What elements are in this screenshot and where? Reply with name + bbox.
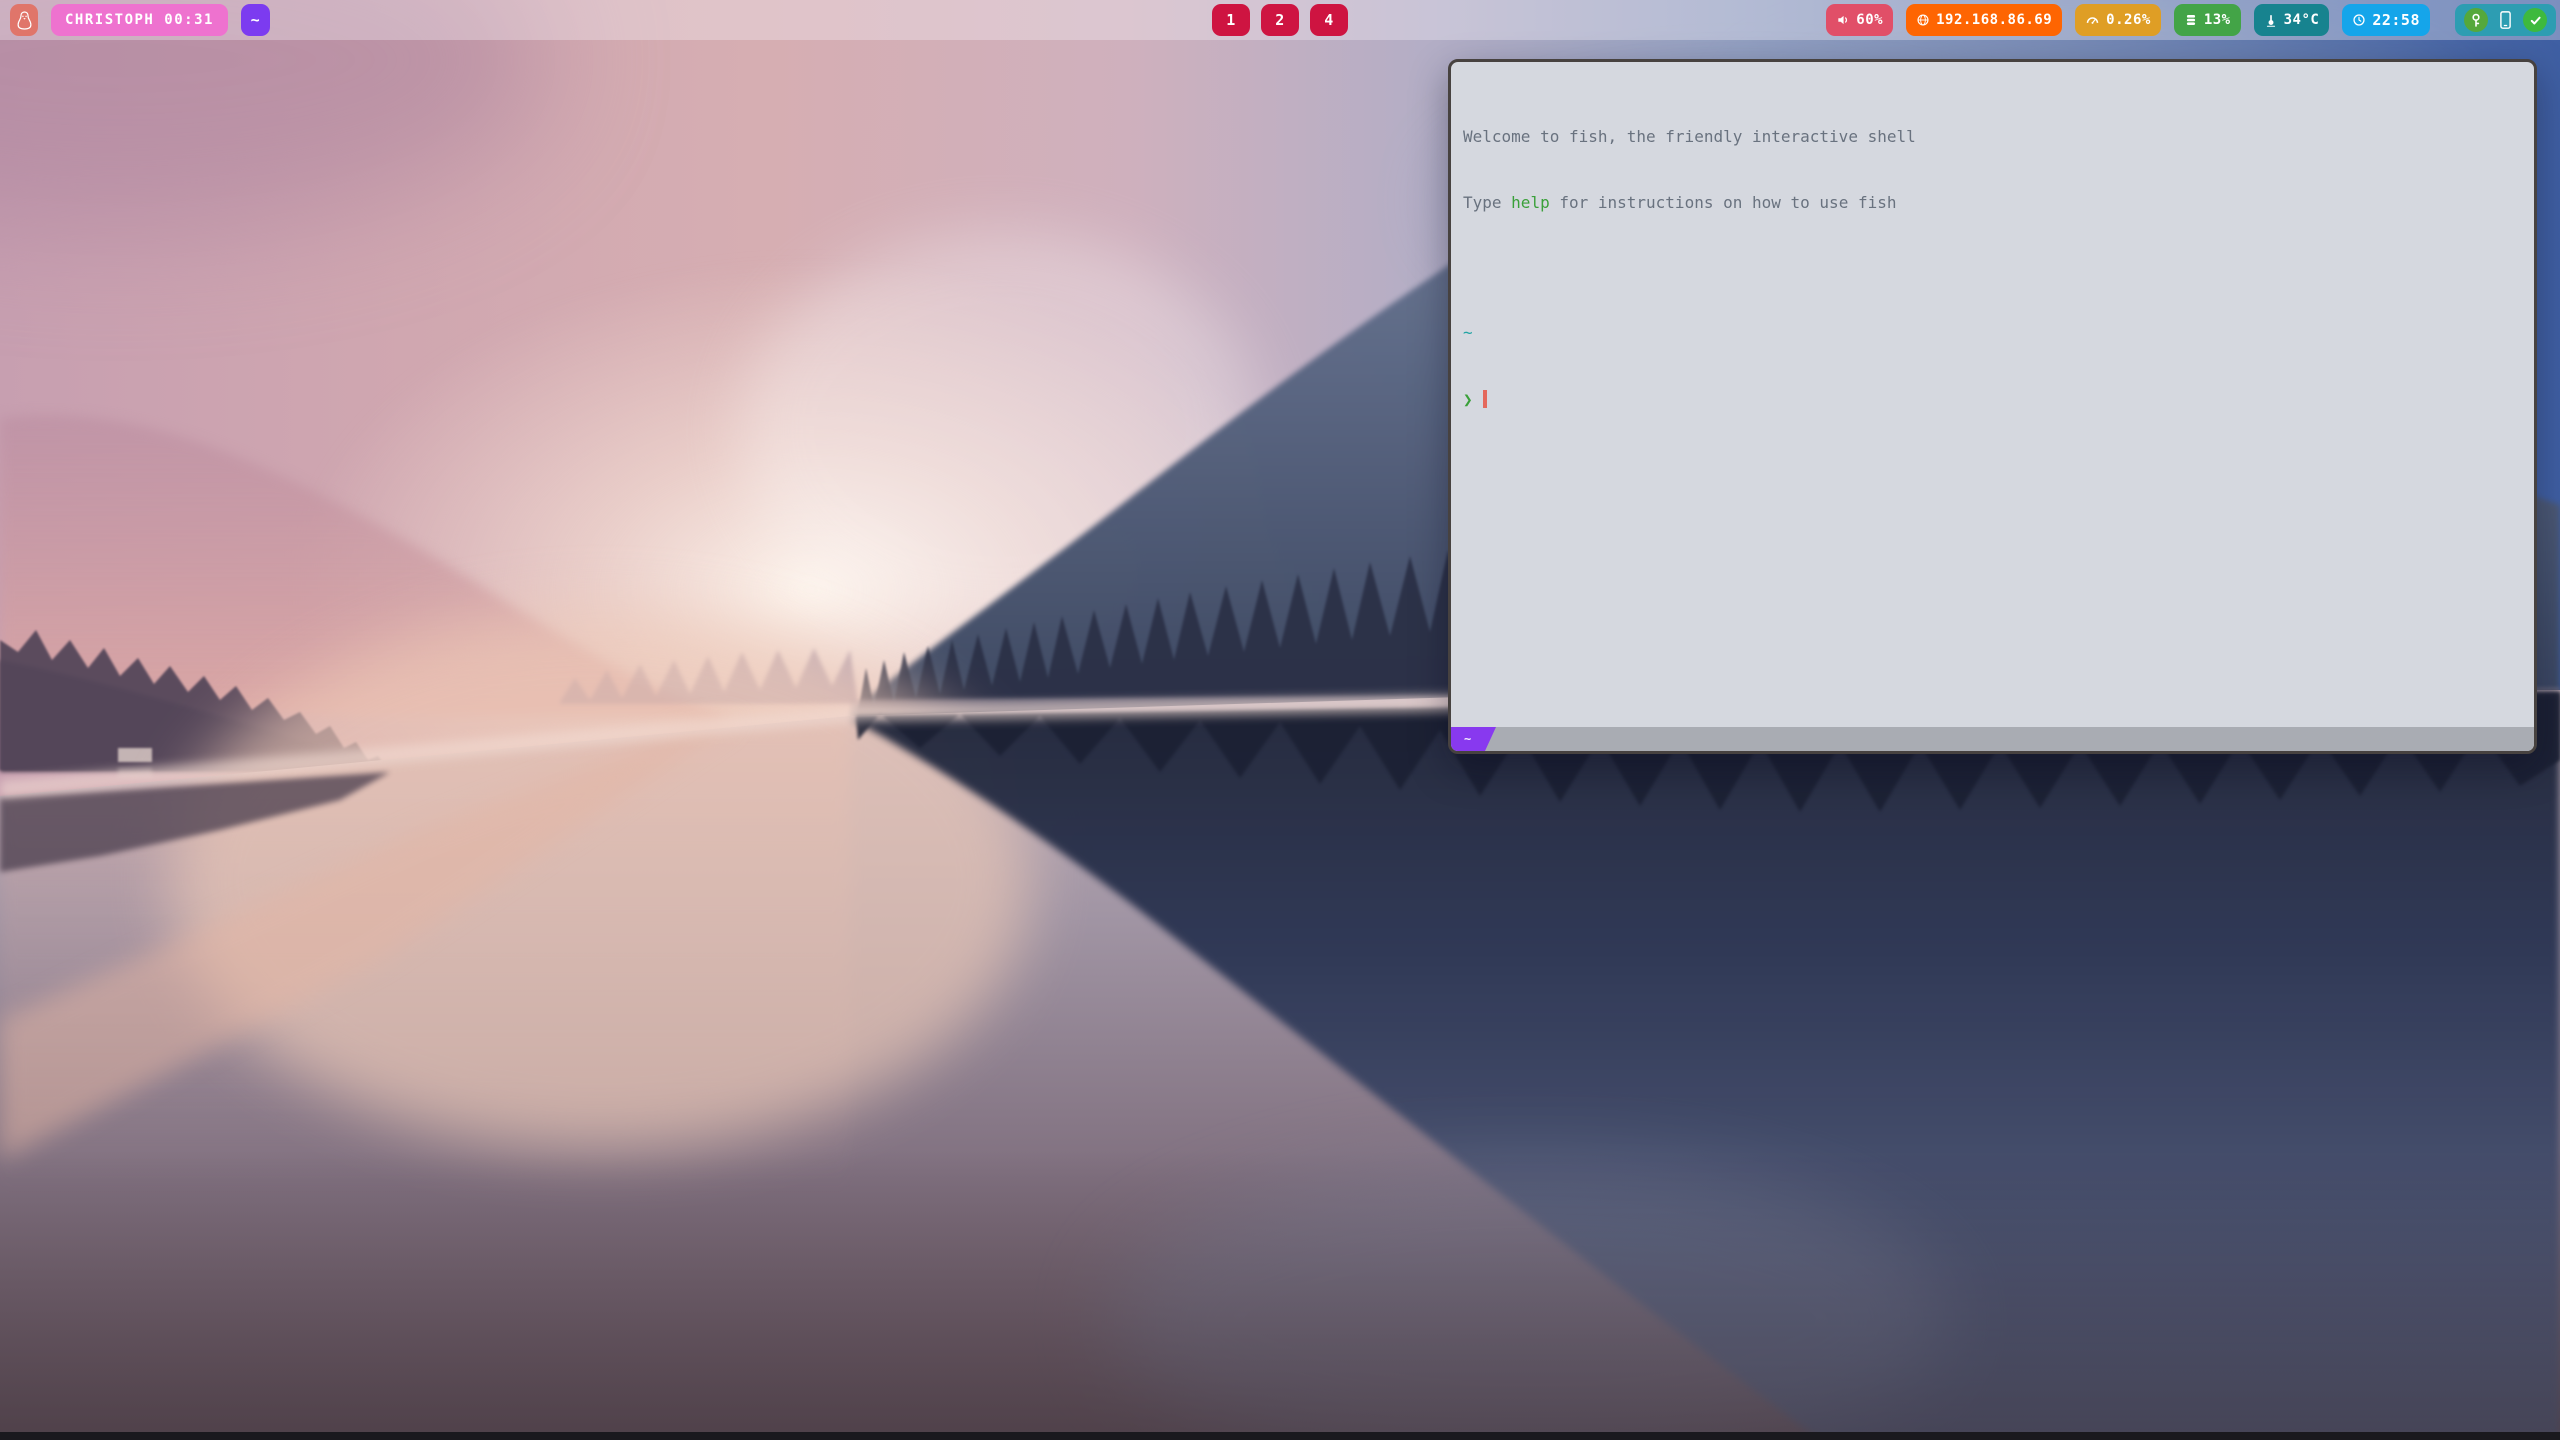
thermometer-icon	[2264, 13, 2278, 28]
phone-icon[interactable]	[2497, 9, 2514, 31]
gauge-icon	[2085, 13, 2100, 27]
help-keyword: help	[1511, 193, 1550, 212]
prompt-cwd: ~	[1463, 322, 2522, 344]
temperature-value: 34°C	[2284, 12, 2320, 28]
fish-greeting-line2: Type help for instructions on how to use…	[1463, 192, 2522, 214]
top-bar: CHRISTOPH 00:31 ~ 1 2 4 60%	[0, 0, 2560, 40]
temperature-module[interactable]: 34°C	[2254, 4, 2330, 36]
memory-value: 13%	[2204, 12, 2231, 28]
tux-icon	[16, 10, 33, 31]
workspace-2[interactable]: 2	[1261, 4, 1299, 36]
updates-tray-item[interactable]	[2523, 8, 2547, 32]
cpu-load-value: 0.26%	[2106, 12, 2151, 28]
fish-greeting-line1: Welcome to fish, the friendly interactiv…	[1463, 126, 2522, 148]
desktop: CHRISTOPH 00:31 ~ 1 2 4 60%	[0, 0, 2560, 1440]
user-session-badge[interactable]: CHRISTOPH 00:31	[51, 4, 228, 36]
prompt-line: ❯	[1463, 387, 2522, 411]
shell-badge[interactable]: ~	[241, 4, 270, 36]
clock-module[interactable]: 22:58	[2342, 4, 2430, 36]
password-manager-tray-item[interactable]	[2464, 8, 2488, 32]
check-icon	[2528, 13, 2543, 28]
workspace-1[interactable]: 1	[1212, 4, 1250, 36]
clock-icon	[2352, 13, 2366, 27]
volume-value: 60%	[1856, 12, 1883, 28]
cpu-load-module[interactable]: 0.26%	[2075, 4, 2161, 36]
greeting-prefix: Type	[1463, 193, 1511, 212]
terminal-tab[interactable]: ~	[1451, 727, 1496, 751]
key-icon	[2468, 12, 2484, 28]
system-tray	[2455, 4, 2556, 36]
terminal-output: Welcome to fish, the friendly interactiv…	[1451, 62, 2534, 727]
speaker-icon	[1836, 13, 1850, 27]
distro-badge[interactable]	[10, 4, 38, 36]
terminal-status-bar: ~	[1451, 727, 2534, 751]
blank-line	[1463, 257, 2522, 279]
greeting-suffix: for instructions on how to use fish	[1550, 193, 1897, 212]
layers-icon	[2184, 13, 2198, 27]
memory-module[interactable]: 13%	[2174, 4, 2241, 36]
workspaces: 1 2 4	[1212, 4, 1348, 36]
network-module[interactable]: 192.168.86.69	[1906, 4, 2062, 36]
bar-left-modules: CHRISTOPH 00:31 ~	[10, 4, 270, 36]
terminal-window[interactable]: Welcome to fish, the friendly interactiv…	[1448, 59, 2537, 754]
workspace-4[interactable]: 4	[1310, 4, 1348, 36]
volume-module[interactable]: 60%	[1826, 4, 1893, 36]
ip-address: 192.168.86.69	[1936, 12, 2052, 28]
time-value: 22:58	[2372, 11, 2420, 29]
terminal-cursor	[1483, 390, 1487, 408]
prompt-symbol: ❯	[1463, 390, 1473, 409]
globe-icon	[1916, 13, 1930, 27]
bottom-edge	[0, 1432, 2560, 1440]
bar-right-modules: 60% 192.168.86.69 0.26%	[1826, 4, 2556, 36]
